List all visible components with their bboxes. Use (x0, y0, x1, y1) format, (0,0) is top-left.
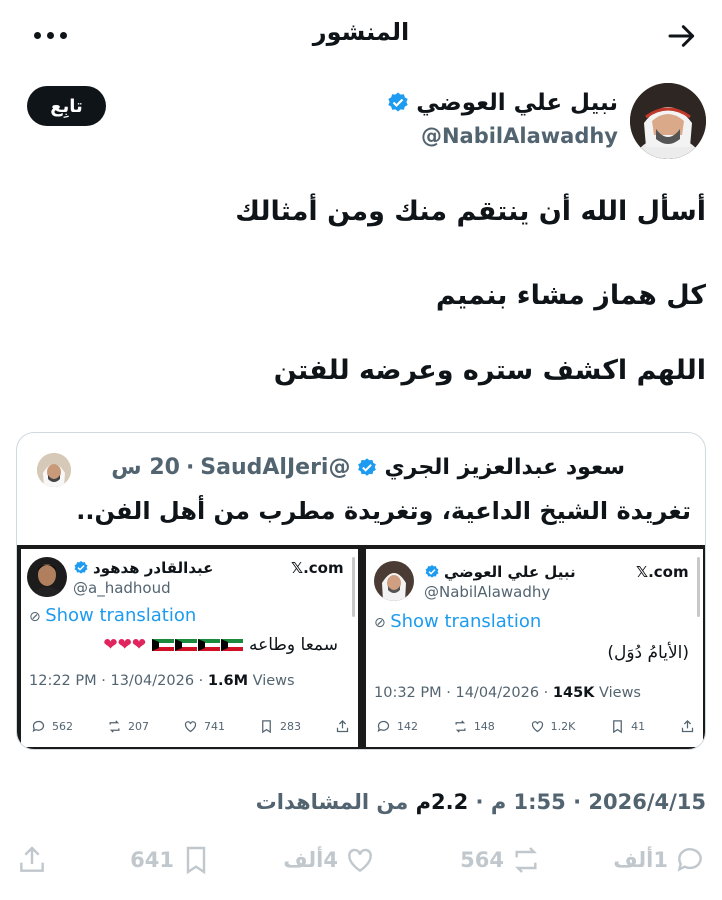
repost-icon: 207 (107, 719, 149, 734)
repost-icon: 148 (453, 719, 495, 734)
like-count: 1.2K (550, 720, 576, 733)
author-name-text: نبيل علي العوضي (416, 90, 618, 116)
screenshot-post-text: سمعا وطاعه ❤❤❤ (103, 635, 338, 655)
verified-icon (425, 565, 439, 578)
header: المنشور (0, 0, 722, 70)
action-bar: 1ألف 564 4ألف 641 (0, 844, 722, 880)
screenshot-timestamp: 10:32 PM · 14/04/2026 · 145K Views (374, 685, 641, 701)
share-button[interactable] (16, 844, 48, 876)
screenshot-views-label: Views (248, 673, 295, 689)
share-icon (20, 846, 44, 872)
screenshot-views-count: 145K (552, 685, 595, 701)
x-logo-icon: 𝕏.com (636, 563, 689, 581)
tweet-text-line: أسأل الله أن ينتقم منك ومن أمثالك (235, 196, 706, 227)
post-time: 1:55 م (490, 790, 566, 814)
quote-time: 20 س (111, 455, 180, 480)
screenshot-name-text: نبيل علي العوضي (444, 563, 576, 581)
quote-separator: · (185, 455, 195, 480)
follow-button[interactable]: تابِع (27, 86, 106, 126)
screenshot-time: 10:32 PM · 14/04/2026 · (374, 685, 553, 701)
repost-count: 148 (473, 720, 495, 733)
like-icon: 1.2K (530, 719, 576, 734)
screenshot-author-handle: @NabilAlawadhy (424, 583, 551, 601)
author-avatar[interactable] (630, 83, 706, 159)
screenshot-time: 12:22 PM · 13/04/2026 · (29, 673, 208, 689)
author-name[interactable]: نبيل علي العوضي (386, 90, 618, 116)
show-translation-label: Show translation (45, 605, 197, 626)
avatar (27, 557, 67, 597)
screenshot-views-count: 1.6M (207, 673, 249, 689)
post-views-label: من المشاهدات (255, 790, 409, 814)
bookmark-icon (186, 846, 206, 875)
screenshot-body-text: سمعا وطاعه (248, 635, 338, 655)
scrollbar (697, 557, 700, 617)
bookmark-count: 283 (280, 720, 301, 733)
show-translation-link[interactable]: ⊘ Show translation (29, 605, 196, 626)
verified-icon (388, 92, 408, 112)
author-handle[interactable]: @NabilAlawadhy (421, 124, 618, 148)
bookmark-icon: 283 (259, 719, 301, 734)
like-icon: 741 (183, 719, 225, 734)
scrollbar (352, 557, 355, 617)
page-title: المنشور (312, 18, 410, 46)
screenshot-name-text: عبدالقادر هدهود (93, 559, 214, 577)
screenshot-author-name: عبدالقادر هدهود (73, 559, 213, 577)
repost-count: 207 (128, 720, 149, 733)
bookmark-icon: 41 (610, 719, 645, 734)
heart-emoji-icon: ❤❤❤ (103, 635, 147, 655)
quote-avatar (37, 453, 71, 487)
post-date: 2026/4/15 (588, 790, 706, 814)
screenshot-actions: 142 148 1.2K 41 (376, 719, 695, 734)
like-count: 741 (204, 720, 225, 733)
bookmark-count: 641 (130, 848, 174, 872)
reply-count: 142 (397, 720, 418, 733)
more-icon[interactable] (34, 20, 74, 50)
screenshot-actions: 562 207 741 283 (31, 719, 350, 734)
quote-name: سعود عبدالعزيز الجري (384, 455, 625, 480)
show-translation-link[interactable]: ⊘ Show translation (374, 611, 541, 632)
screenshot-views-label: Views (594, 685, 641, 701)
screenshot-author-name: نبيل علي العوضي (424, 563, 576, 581)
quote-header: سعود عبدالعزيز الجري @SaudAlJeri · 20 س (111, 455, 625, 480)
post-meta: 2026/4/15 · 1:55 م · 2.2م من المشاهدات (255, 790, 706, 814)
repost-count: 564 (460, 848, 504, 872)
translate-icon: ⊘ (29, 609, 46, 625)
quoted-post[interactable]: سعود عبدالعزيز الجري @SaudAlJeri · 20 س … (16, 432, 706, 750)
reply-icon: 142 (376, 719, 418, 734)
bookmark-button[interactable]: 641 (130, 844, 212, 876)
reply-icon (677, 848, 702, 872)
like-icon (348, 848, 372, 873)
repost-icon (515, 847, 537, 873)
repost-button[interactable]: 564 (460, 844, 542, 876)
like-count: 4ألف (283, 848, 338, 872)
reply-count: 1ألف (613, 848, 668, 872)
screenshot-author-handle: @a_hadhoud (73, 579, 171, 597)
verified-icon (358, 457, 377, 476)
tweet-text-line: اللهم اكشف ستره وعرضه للفتن (273, 355, 706, 386)
reply-button[interactable]: 1ألف (613, 844, 706, 876)
avatar (374, 561, 414, 601)
bookmark-count: 41 (631, 720, 646, 733)
x-logo-icon: 𝕏.com (291, 559, 344, 577)
share-icon (680, 719, 695, 734)
screenshot-post-text: (الأيامُ دُوَل) (607, 643, 689, 663)
share-icon (335, 719, 350, 734)
reply-count: 562 (52, 720, 73, 733)
tweet-text-line: كل هماز مشاء بنميم (435, 280, 706, 311)
kuwait-flag-icon (151, 635, 244, 655)
quote-text: تغريدة الشيخ الداعية، وتغريدة مطرب من أه… (76, 497, 691, 525)
show-translation-label: Show translation (390, 611, 542, 632)
quote-handle: @SaudAlJeri (200, 455, 351, 480)
post-views: 2.2م (415, 790, 469, 814)
translate-icon: ⊘ (374, 615, 391, 631)
embedded-screenshot-right[interactable]: نبيل علي العوضي @NabilAlawadhy 𝕏.com ⊘ S… (362, 545, 705, 749)
embedded-screenshot-left[interactable]: عبدالقادر هدهود @a_hadhoud 𝕏.com ⊘ Show … (17, 545, 362, 749)
like-button[interactable]: 4ألف (283, 844, 376, 876)
screenshot-timestamp: 12:22 PM · 13/04/2026 · 1.6M Views (29, 673, 295, 689)
reply-icon: 562 (31, 719, 73, 734)
verified-icon (74, 561, 88, 574)
